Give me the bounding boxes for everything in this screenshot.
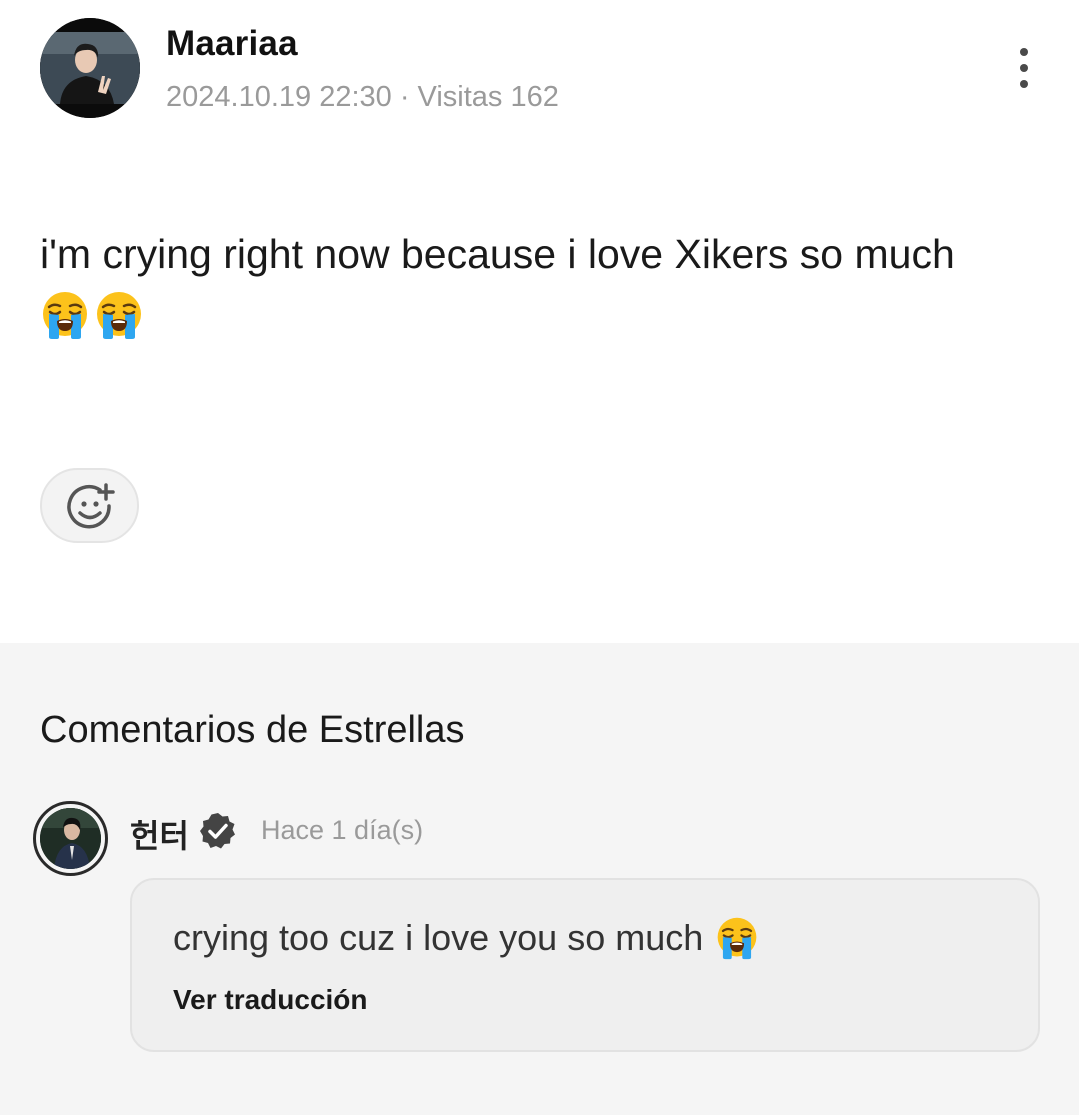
comment-time: Hace 1 día(s) [261,815,424,845]
star-comments-section: Comentarios de Estrellas 헌터 Hace 1 día(s… [0,643,1079,1115]
crying-face-icon [715,916,759,960]
comment-text-content: crying too cuz i love you so much [173,917,704,958]
comments-title: Comentarios de Estrellas [40,709,465,751]
post-emojis [40,290,144,342]
crying-face-icon [40,290,90,340]
add-reaction-icon [67,483,115,529]
verified-badge-icon [200,813,235,849]
crying-face-icon [94,290,144,340]
post-meta: 2024.10.19 22:30 · Visitas 162 [166,81,559,113]
see-translation-link[interactable]: Ver traducción [173,984,368,1016]
post-header: Maariaa 2024.10.19 22:30 · Visitas 162 [0,0,1079,140]
post-page: Maariaa 2024.10.19 22:30 · Visitas 162 i… [0,0,1079,1115]
avatar-photo-icon [40,808,101,869]
author-avatar[interactable] [40,18,140,118]
comment-bubble: crying too cuz i love you so much Ver tr… [130,878,1040,1052]
author-name[interactable]: Maariaa [166,24,298,64]
comment-author-avatar[interactable] [33,801,108,876]
avatar-photo-icon [40,18,140,118]
more-vertical-icon [1020,48,1028,56]
comment-text: crying too cuz i love you so much [173,916,759,960]
comment-author-name[interactable]: 헌터 [130,811,189,857]
add-reaction-button[interactable] [40,468,139,543]
more-options-button[interactable] [1004,44,1044,94]
post-text: i'm crying right now because i love Xike… [40,231,955,277]
